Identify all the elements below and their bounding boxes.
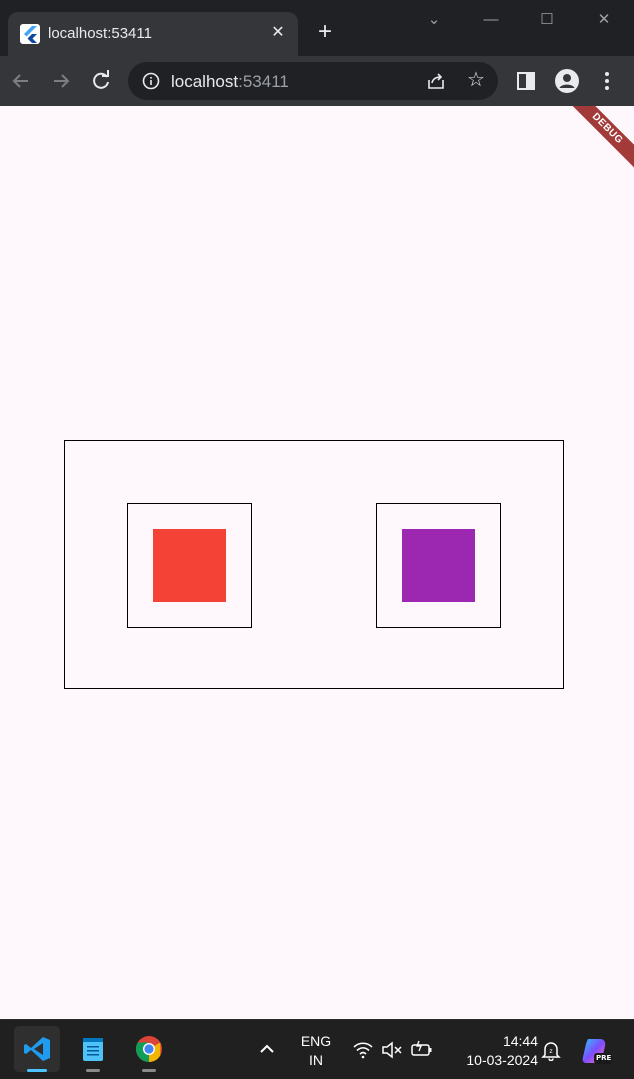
- tab-title: localhost:53411: [48, 25, 152, 42]
- running-indicator: [86, 1069, 100, 1072]
- active-indicator: [27, 1069, 47, 1072]
- running-indicator: [142, 1069, 156, 1072]
- side-panel-icon[interactable]: [513, 68, 539, 94]
- url-host: localhost: [171, 72, 239, 91]
- menu-icon[interactable]: [594, 68, 620, 94]
- left-inner-container: [127, 503, 252, 628]
- tab-search-icon[interactable]: ⌄: [422, 10, 446, 30]
- new-tab-button[interactable]: +: [312, 19, 338, 45]
- window-close-button[interactable]: ✕: [592, 10, 616, 30]
- chrome-icon: [135, 1036, 162, 1063]
- browser-toolbar: localhost:53411 ☆: [0, 56, 634, 106]
- mute-icon[interactable]: [381, 1041, 403, 1059]
- taskbar-app-chrome[interactable]: [126, 1026, 172, 1072]
- back-icon[interactable]: [8, 68, 34, 94]
- svg-text:z: z: [549, 1048, 552, 1055]
- debug-banner: DEBUG: [562, 106, 634, 174]
- tab-close-icon[interactable]: ✕: [268, 23, 288, 43]
- star-icon[interactable]: ☆: [464, 68, 488, 92]
- taskbar-app-vscode[interactable]: [14, 1026, 60, 1072]
- maximize-button[interactable]: ☐: [535, 10, 559, 30]
- battery-icon[interactable]: [410, 1040, 434, 1060]
- url-port: :53411: [238, 72, 289, 91]
- browser-tab[interactable]: localhost:53411 ✕: [8, 12, 298, 56]
- clock-date: 10-03-2024: [466, 1052, 538, 1068]
- red-square: [153, 529, 226, 602]
- language-indicator[interactable]: ENG IN: [296, 1032, 336, 1070]
- wifi-icon[interactable]: [352, 1041, 374, 1059]
- outer-container: [64, 440, 564, 689]
- copilot-icon[interactable]: PRE: [580, 1035, 612, 1067]
- region-code: IN: [309, 1052, 323, 1068]
- minimize-button[interactable]: —: [479, 10, 503, 30]
- vscode-icon: [24, 1037, 50, 1061]
- language-code: ENG: [300, 1033, 332, 1049]
- taskbar: ENG IN 14:44 10-03-2024 z PRE: [0, 1019, 634, 1079]
- reload-icon[interactable]: [88, 68, 114, 94]
- tab-strip: localhost:53411 ✕ + ⌄ — ☐ ✕: [0, 0, 634, 56]
- notepad-icon: [83, 1038, 103, 1061]
- url-text: localhost:53411: [171, 72, 289, 92]
- chevron-up-icon[interactable]: [258, 1042, 276, 1056]
- app-viewport: DEBUG: [0, 106, 634, 1019]
- copilot-badge: PRE: [596, 1054, 612, 1062]
- taskbar-app-notepad[interactable]: [70, 1026, 116, 1072]
- profile-icon[interactable]: [554, 68, 580, 94]
- forward-icon[interactable]: [48, 68, 74, 94]
- right-inner-container: [376, 503, 501, 628]
- notification-icon[interactable]: z: [540, 1039, 562, 1061]
- purple-square: [402, 529, 475, 602]
- flutter-favicon-icon: [20, 24, 40, 44]
- share-icon[interactable]: [426, 71, 446, 91]
- address-bar[interactable]: localhost:53411 ☆: [128, 62, 498, 100]
- clock-time: 14:44: [502, 1033, 538, 1049]
- info-icon[interactable]: [142, 72, 160, 90]
- clock[interactable]: 14:44 10-03-2024: [446, 1032, 538, 1070]
